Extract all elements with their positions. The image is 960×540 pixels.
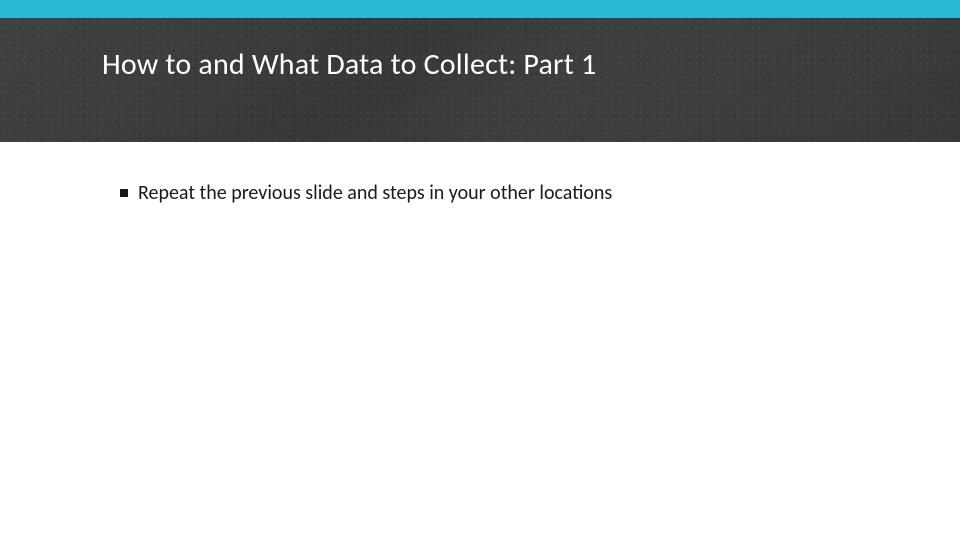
bullet-icon [120, 189, 128, 197]
bullet-text: Repeat the previous slide and steps in y… [138, 180, 612, 206]
title-band: How to and What Data to Collect: Part 1 [0, 18, 960, 142]
list-item: Repeat the previous slide and steps in y… [120, 180, 900, 206]
accent-bar [0, 0, 960, 18]
content-area: Repeat the previous slide and steps in y… [0, 142, 960, 206]
slide-title: How to and What Data to Collect: Part 1 [102, 46, 596, 83]
